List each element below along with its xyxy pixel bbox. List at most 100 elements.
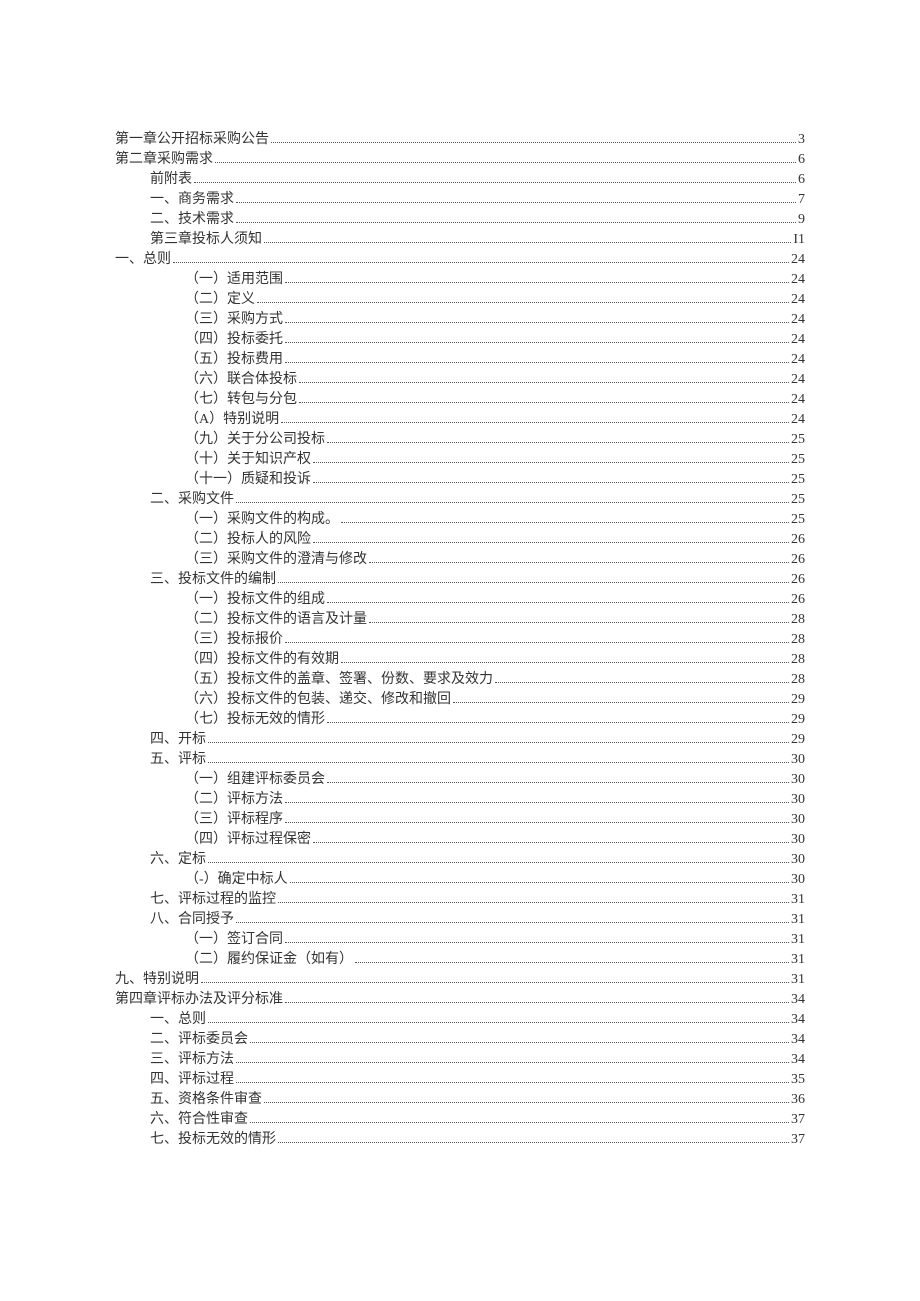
toc-entry-label: 四、开标 (150, 730, 206, 750)
toc-entry-label: （二）投标文件的语言及计量 (185, 610, 367, 630)
toc-entry-label: （九）关于分公司投标 (185, 430, 325, 450)
toc-entry[interactable]: （二）评标方法30 (115, 790, 805, 810)
toc-entry[interactable]: 前附表6 (115, 170, 805, 190)
toc-entry-page: 35 (791, 1070, 805, 1090)
toc-entry[interactable]: （一）投标文件的组成26 (115, 590, 805, 610)
toc-entry[interactable]: 六、定标30 (115, 850, 805, 870)
toc-entry-label: （四）评标过程保密 (185, 830, 311, 850)
toc-entry-label: 二、技术需求 (150, 210, 234, 230)
toc-entry[interactable]: （七）投标无效的情形29 (115, 710, 805, 730)
toc-entry-label: （一）投标文件的组成 (185, 590, 325, 610)
toc-entry-page: 31 (791, 910, 805, 930)
toc-entry-label: 五、评标 (150, 750, 206, 770)
toc-leader-dots (327, 721, 789, 723)
toc-entry[interactable]: （十一）质疑和投诉25 (115, 470, 805, 490)
toc-entry-label: （二）评标方法 (185, 790, 283, 810)
toc-entry-label: （二）投标人的风险 (185, 530, 311, 550)
toc-entry-page: 30 (791, 870, 805, 890)
toc-entry[interactable]: （三）评标程序30 (115, 810, 805, 830)
toc-entry[interactable]: （三）采购方式24 (115, 310, 805, 330)
toc-entry[interactable]: （五）投标费用24 (115, 350, 805, 370)
toc-entry-page: 9 (798, 210, 805, 230)
toc-leader-dots (299, 401, 789, 403)
toc-entry[interactable]: 第一章公开招标采购公告 3 (115, 130, 805, 150)
toc-entry[interactable]: （六）投标文件的包装、递交、修改和撤回29 (115, 690, 805, 710)
toc-entry-label: （二）履约保证金（如有） (185, 950, 353, 970)
toc-leader-dots (453, 701, 789, 703)
toc-leader-dots (327, 441, 789, 443)
toc-entry[interactable]: （三）采购文件的澄清与修改26 (115, 550, 805, 570)
toc-entry[interactable]: 五、资格条件审查 36 (115, 1090, 805, 1110)
toc-entry[interactable]: 一、商务需求7 (115, 190, 805, 210)
toc-entry[interactable]: （二）投标人的风险 26 (115, 530, 805, 550)
toc-entry[interactable]: （九）关于分公司投标25 (115, 430, 805, 450)
toc-entry[interactable]: 三、评标方法34 (115, 1050, 805, 1070)
toc-entry[interactable]: （一）签订合同31 (115, 930, 805, 950)
toc-entry-label: （一）签订合同 (185, 930, 283, 950)
toc-leader-dots (285, 361, 789, 363)
toc-entry-page: 24 (791, 250, 805, 270)
toc-entry-label: 七、投标无效的情形 (150, 1130, 276, 1150)
toc-entry[interactable]: （五）投标文件的盖章、签署、份数、要求及效力28 (115, 670, 805, 690)
toc-entry[interactable]: 八、合同授予31 (115, 910, 805, 930)
toc-entry[interactable]: （三）投标报价28 (115, 630, 805, 650)
toc-leader-dots (208, 861, 789, 863)
toc-entry[interactable]: （十）关于知识产权25 (115, 450, 805, 470)
toc-entry-page: 26 (791, 530, 805, 550)
toc-entry-page: 29 (791, 710, 805, 730)
toc-entry-page: 29 (791, 730, 805, 750)
toc-leader-dots (236, 221, 796, 223)
toc-leader-dots (250, 1121, 789, 1123)
toc-entry[interactable]: 四、开标 29 (115, 730, 805, 750)
toc-container: 第一章公开招标采购公告 3第二章采购需求6前附表6一、商务需求7二、技术需求 9第三… (115, 130, 805, 1150)
toc-entry[interactable]: 五、评标30 (115, 750, 805, 770)
toc-entry[interactable]: 九、特别说明31 (115, 970, 805, 990)
toc-entry[interactable]: （一）采购文件的构成。25 (115, 510, 805, 530)
toc-entry[interactable]: 第三章投标人须知I1 (115, 230, 805, 250)
toc-entry[interactable]: （二）履约保证金（如有）31 (115, 950, 805, 970)
toc-entry-page: 34 (791, 990, 805, 1010)
toc-entry-label: 第二章采购需求 (115, 150, 213, 170)
toc-leader-dots (285, 281, 789, 283)
toc-entry-page: 3 (798, 130, 805, 150)
toc-entry[interactable]: 二、评标委员会34 (115, 1030, 805, 1050)
toc-leader-dots (285, 821, 789, 823)
toc-entry[interactable]: 四、评标过程 35 (115, 1070, 805, 1090)
toc-entry[interactable]: 一、总则34 (115, 1010, 805, 1030)
toc-entry[interactable]: 第四章评标办法及评分标准34 (115, 990, 805, 1010)
toc-entry-label: 六、符合性审查 (150, 1110, 248, 1130)
toc-entry[interactable]: （-）确定中标人30 (115, 870, 805, 890)
toc-entry-page: 36 (791, 1090, 805, 1110)
toc-entry[interactable]: （四）投标文件的有效期28 (115, 650, 805, 670)
toc-leader-dots (327, 601, 789, 603)
toc-entry[interactable]: （A）特别说明24 (115, 410, 805, 430)
toc-entry-label: 四、评标过程 (150, 1070, 234, 1090)
toc-entry[interactable]: （四）评标过程保密30 (115, 830, 805, 850)
toc-entry[interactable]: （一）组建评标委员会30 (115, 770, 805, 790)
toc-entry[interactable]: （六）联合体投标24 (115, 370, 805, 390)
toc-leader-dots (201, 981, 789, 983)
toc-entry[interactable]: 六、符合性审查37 (115, 1110, 805, 1130)
toc-entry-label: 第一章公开招标采购公告 (115, 130, 269, 150)
toc-entry[interactable]: （一）适用范围24 (115, 270, 805, 290)
toc-leader-dots (271, 141, 796, 143)
toc-entry[interactable]: 二、采购文件25 (115, 490, 805, 510)
toc-entry-label: （一）采购文件的构成。 (185, 510, 339, 530)
toc-entry-page: 24 (791, 370, 805, 390)
toc-entry[interactable]: （二）定义24 (115, 290, 805, 310)
toc-entry[interactable]: 第二章采购需求6 (115, 150, 805, 170)
toc-entry[interactable]: 一、总则24 (115, 250, 805, 270)
toc-entry[interactable]: （二）投标文件的语言及计量28 (115, 610, 805, 630)
toc-entry[interactable]: 七、投标无效的情形37 (115, 1130, 805, 1150)
toc-entry-label: 五、资格条件审查 (150, 1090, 262, 1110)
toc-entry-page: 7 (798, 190, 805, 210)
toc-entry-label: （五）投标文件的盖章、签署、份数、要求及效力 (185, 670, 493, 690)
toc-entry[interactable]: （七）转包与分包24 (115, 390, 805, 410)
toc-leader-dots (278, 1141, 789, 1143)
toc-leader-dots (236, 501, 789, 503)
toc-entry[interactable]: 七、评标过程的监控31 (115, 890, 805, 910)
toc-entry-label: （二）定义 (185, 290, 255, 310)
toc-entry[interactable]: 三、投标文件的编制26 (115, 570, 805, 590)
toc-entry[interactable]: 二、技术需求 9 (115, 210, 805, 230)
toc-entry[interactable]: （四）投标委托24 (115, 330, 805, 350)
